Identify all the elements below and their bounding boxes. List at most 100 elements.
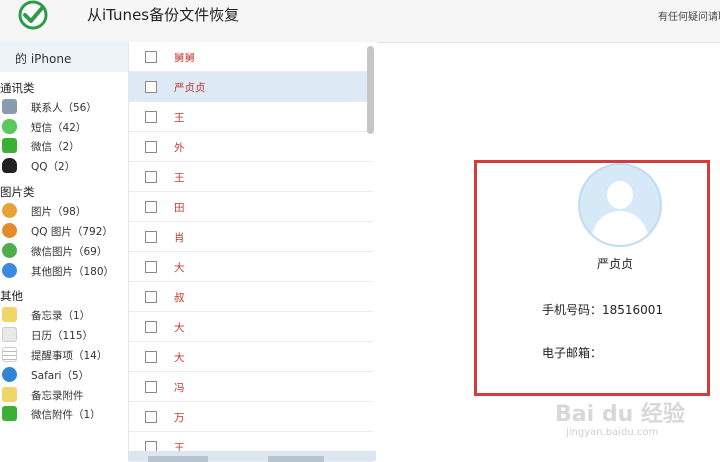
- sidebar-item-label: QQ 图片（792）: [31, 226, 113, 238]
- sidebar-item-notes[interactable]: 备忘录（1）: [2, 306, 126, 324]
- section-title-pictures: 图片类: [0, 185, 35, 199]
- contact-row[interactable]: 外: [129, 132, 373, 162]
- app-logo-icon: [18, 0, 48, 30]
- contact-name: 肖: [174, 232, 185, 244]
- contact-row[interactable]: 冯: [129, 372, 373, 402]
- qq-photos-icon: [2, 223, 17, 238]
- contact-row[interactable]: 肖: [129, 222, 373, 252]
- sidebar-item-wechat[interactable]: 微信（2）: [2, 137, 126, 155]
- contact-name: 王: [174, 112, 185, 124]
- notes-icon: [2, 307, 17, 322]
- contact-name: 冯: [174, 382, 185, 394]
- photos-icon: [2, 203, 17, 218]
- section-title-other: 其他: [0, 289, 23, 303]
- sidebar-item-label: 图片（98）: [31, 206, 87, 218]
- sidebar-item-label: 微信图片（69）: [31, 246, 108, 258]
- row-checkbox[interactable]: [145, 201, 157, 213]
- sidebar-item-qq[interactable]: QQ（2）: [2, 157, 126, 175]
- sidebar-item-calendar[interactable]: 日历（115）: [2, 326, 126, 344]
- contact-row[interactable]: 大: [129, 342, 373, 372]
- row-checkbox[interactable]: [145, 351, 157, 363]
- avatar-body-icon: [592, 211, 648, 245]
- sidebar-item-notes-attachments[interactable]: 备忘录附件: [2, 386, 126, 404]
- sidebar-item-label: 短信（42）: [31, 122, 87, 134]
- avatar-head-icon: [607, 181, 633, 209]
- row-checkbox[interactable]: [145, 411, 157, 423]
- sidebar-item-sms[interactable]: 短信（42）: [2, 118, 126, 136]
- row-checkbox[interactable]: [145, 291, 157, 303]
- contact-name: 大: [174, 352, 185, 364]
- wechat-attachment-icon: [2, 406, 17, 421]
- contacts-icon: [2, 99, 17, 114]
- contact-row[interactable]: 王: [129, 162, 373, 192]
- contact-detail-name: 严贞贞: [597, 257, 634, 271]
- sidebar-item-photos[interactable]: 图片（98）: [2, 202, 126, 220]
- sidebar-item-label: 其他图片（180）: [31, 266, 115, 278]
- contact-name: 叔: [174, 292, 185, 304]
- sidebar-item-safari[interactable]: Safari（5）: [2, 366, 126, 384]
- contact-list: 舅舅 严贞贞 王 外 王 田 肖 大 叔 大 大 冯 万 王: [128, 42, 377, 462]
- qq-icon: [2, 158, 17, 173]
- contact-name: 田: [174, 202, 185, 214]
- sidebar-item-wechat-attachments[interactable]: 微信附件（1）: [2, 405, 126, 423]
- row-checkbox[interactable]: [145, 231, 157, 243]
- sidebar-item-reminders[interactable]: 提醒事项（14）: [2, 346, 126, 364]
- footer-control[interactable]: [148, 456, 208, 462]
- sidebar-item-label: 日历（115）: [31, 330, 94, 342]
- row-checkbox[interactable]: [145, 141, 157, 153]
- other-photos-icon: [2, 263, 17, 278]
- contact-row[interactable]: 田: [129, 192, 373, 222]
- row-checkbox[interactable]: [145, 381, 157, 393]
- contact-row[interactable]: 万: [129, 402, 373, 432]
- sidebar-item-label: 联系人（56）: [31, 102, 97, 114]
- row-checkbox[interactable]: [145, 261, 157, 273]
- contact-row-selected[interactable]: 严贞贞: [129, 72, 373, 102]
- sidebar-item-label: 微信附件（1）: [31, 409, 101, 421]
- contact-row[interactable]: 大: [129, 312, 373, 342]
- section-title-communication: 通讯类: [0, 81, 35, 95]
- sidebar-item-contacts[interactable]: 联系人（56）: [2, 98, 126, 116]
- device-item[interactable]: 的 iPhone: [0, 42, 128, 72]
- contact-row[interactable]: 叔: [129, 282, 373, 312]
- category-sidebar: 的 iPhone 通讯类 联系人（56） 短信（42） 微信（2） QQ（2） …: [0, 42, 128, 461]
- sidebar-item-label: 微信（2）: [31, 141, 80, 153]
- row-checkbox[interactable]: [145, 51, 157, 63]
- wechat-icon: [2, 138, 17, 153]
- row-checkbox[interactable]: [145, 111, 157, 123]
- help-link[interactable]: 有任何疑问请联: [658, 8, 720, 23]
- safari-icon: [2, 367, 17, 382]
- contact-name: 大: [174, 262, 185, 274]
- sidebar-item-wechat-photos[interactable]: 微信图片（69）: [2, 242, 126, 260]
- contact-row[interactable]: 舅舅: [129, 42, 373, 72]
- contact-name: 舅舅: [174, 52, 195, 64]
- row-checkbox[interactable]: [145, 171, 157, 183]
- sidebar-item-label: 备忘录（1）: [31, 310, 91, 322]
- contact-detail-card: 严贞贞 手机号码：18516001 电子邮箱：: [474, 160, 710, 396]
- avatar: [578, 163, 662, 247]
- footer-control[interactable]: [268, 456, 324, 462]
- sidebar-item-label: 提醒事项（14）: [31, 350, 108, 362]
- device-label: 的 iPhone: [15, 52, 72, 66]
- list-footer: [128, 451, 376, 462]
- contact-name: 王: [174, 172, 185, 184]
- sidebar-item-qq-photos[interactable]: QQ 图片（792）: [2, 222, 126, 240]
- sms-icon: [2, 119, 17, 134]
- sidebar-item-label: QQ（2）: [31, 161, 76, 173]
- contact-row[interactable]: 大: [129, 252, 373, 282]
- contact-detail-email: 电子邮箱：: [542, 346, 603, 360]
- list-scrollbar[interactable]: [367, 46, 374, 134]
- sidebar-item-label: 备忘录附件: [31, 390, 84, 402]
- sidebar-item-other-photos[interactable]: 其他图片（180）: [2, 262, 126, 280]
- calendar-icon: [2, 327, 17, 342]
- sidebar-item-label: Safari（5）: [31, 370, 90, 382]
- watermark-brand: Bai du 经验: [555, 402, 685, 427]
- reminders-icon: [2, 347, 17, 362]
- contact-name: 万: [174, 412, 185, 424]
- contact-row[interactable]: 王: [129, 102, 373, 132]
- contact-name: 大: [174, 322, 185, 334]
- contact-name: 外: [174, 142, 185, 154]
- app-title: 从iTunes备份文件恢复: [87, 6, 240, 24]
- contact-detail-phone: 手机号码：18516001: [542, 303, 664, 317]
- row-checkbox[interactable]: [145, 81, 157, 93]
- row-checkbox[interactable]: [145, 321, 157, 333]
